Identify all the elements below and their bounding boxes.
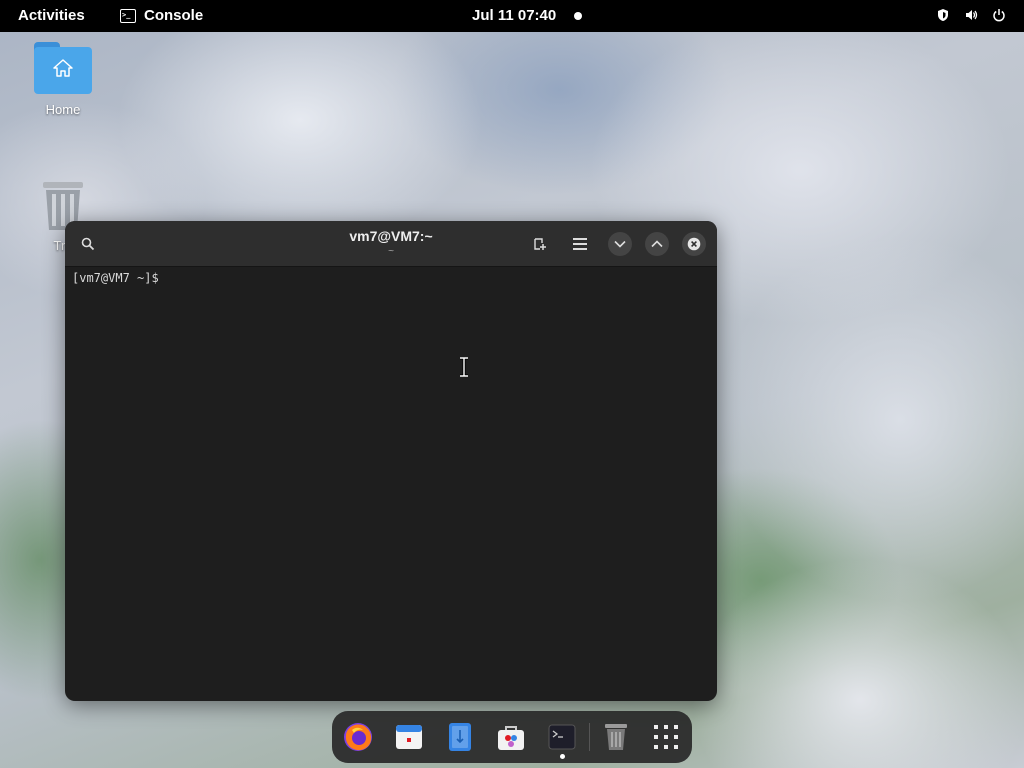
desktop-icon-home[interactable]: Home <box>18 42 108 117</box>
terminal-output[interactable]: [vm7@VM7 ~]$ <box>72 271 159 285</box>
system-tray[interactable] <box>936 8 1006 22</box>
app-menu-button[interactable]: >_ Console <box>120 7 203 24</box>
new-tab-icon <box>534 238 546 250</box>
home-folder-icon <box>34 42 92 94</box>
dock-item-trash[interactable] <box>599 720 633 754</box>
text-editor-icon <box>449 723 471 751</box>
dock-item-console[interactable] <box>545 720 579 754</box>
dock-item-text-editor[interactable] <box>443 720 477 754</box>
dock-separator <box>589 723 590 751</box>
desktop-icon-label: Home <box>45 102 81 117</box>
terminal-icon: >_ <box>120 8 136 23</box>
dock <box>332 711 692 763</box>
close-icon <box>687 237 701 251</box>
dock-item-firefox[interactable] <box>341 720 375 754</box>
dock-item-calendar[interactable] <box>392 720 426 754</box>
software-icon <box>498 726 524 750</box>
trash-icon <box>605 724 627 750</box>
app-menu-label: Console <box>144 7 204 24</box>
volume-icon <box>966 10 978 20</box>
window-headerbar[interactable]: vm7@VM7:~ ~ <box>65 221 717 267</box>
close-button[interactable] <box>682 232 706 256</box>
text-cursor-icon <box>460 357 468 377</box>
menu-button[interactable] <box>568 232 592 256</box>
notification-dot <box>574 12 582 20</box>
terminal-window[interactable]: vm7@VM7:~ ~ [vm7@VM7 ~]$ <box>65 221 717 701</box>
menu-icon <box>573 238 587 250</box>
dock-item-app-grid[interactable] <box>649 720 683 754</box>
top-bar: Activities >_ Console Jul 11 07:40 <box>0 0 1024 32</box>
calendar-icon <box>396 725 422 749</box>
activities-button[interactable]: Activities <box>18 7 85 24</box>
chevron-down-icon <box>614 240 626 248</box>
shell-prompt: [vm7@VM7 ~]$ <box>72 271 159 285</box>
dock-item-software[interactable] <box>494 720 528 754</box>
shield-icon <box>938 9 948 21</box>
new-tab-button[interactable] <box>528 232 552 256</box>
app-grid-icon <box>654 725 678 749</box>
clock[interactable]: Jul 11 07:40 <box>472 7 556 24</box>
maximize-button[interactable] <box>645 232 669 256</box>
running-indicator <box>560 754 565 759</box>
console-icon <box>548 724 576 750</box>
power-icon <box>993 9 1005 22</box>
chevron-up-icon <box>651 240 663 248</box>
minimize-button[interactable] <box>608 232 632 256</box>
firefox-icon <box>344 723 372 751</box>
